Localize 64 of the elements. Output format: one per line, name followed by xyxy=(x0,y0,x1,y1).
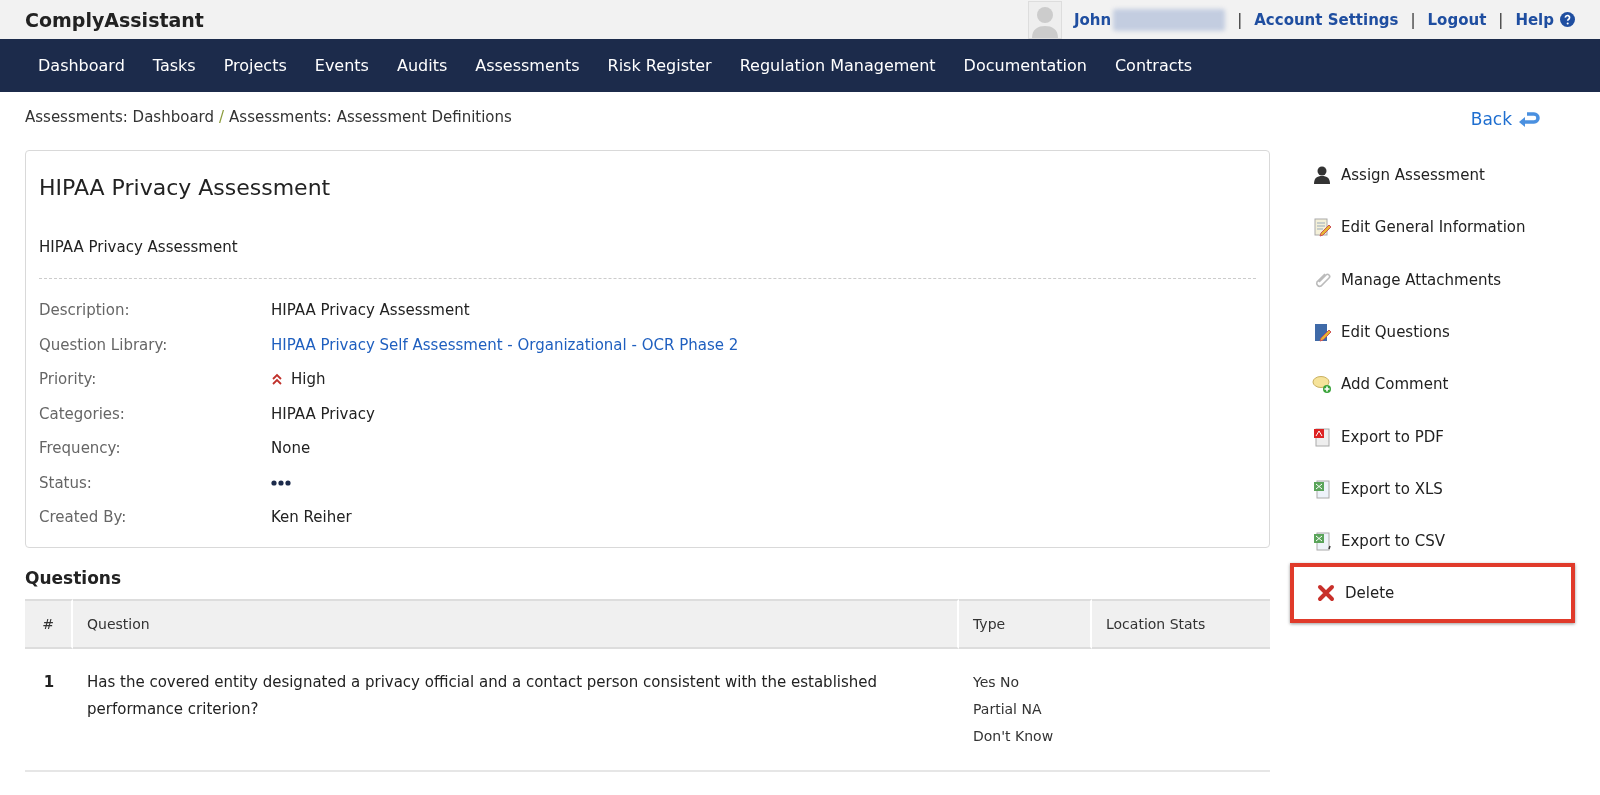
field-label: Question Library: xyxy=(39,335,169,354)
action-link[interactable]: Manage Attachments xyxy=(1290,253,1575,306)
x-mark-icon xyxy=(1316,583,1336,604)
field-value: HIPAA Privacy xyxy=(271,404,375,423)
assessment-title: HIPAA Privacy Assessment xyxy=(39,175,332,200)
action-link[interactable]: Export to PDF xyxy=(1290,410,1575,463)
header-link[interactable]: Logout xyxy=(1427,10,1487,29)
nav-item[interactable]: Regulation Management xyxy=(725,56,950,75)
field-label: Priority: xyxy=(39,370,98,389)
table-cell: Has the covered entity designated a privacy official and a contact person consistent with the established performance criterion? xyxy=(73,648,959,772)
nav-item[interactable]: Contracts xyxy=(1100,56,1207,75)
table-cell-text: Yes No Partial NA Don't Know xyxy=(973,672,1055,746)
menu-divider: | xyxy=(1237,10,1243,29)
field-label: Description: xyxy=(39,301,131,320)
nav-item[interactable]: Documentation xyxy=(949,56,1101,75)
breadcrumb-separator: / xyxy=(219,108,225,126)
notepad-pencil-icon xyxy=(1312,217,1332,238)
spreadsheet-file-icon xyxy=(1312,531,1332,552)
back-link[interactable]: Back xyxy=(1470,109,1540,129)
nav-item[interactable]: Tasks xyxy=(138,56,210,75)
help-icon[interactable] xyxy=(1560,12,1575,27)
menu-divider: | xyxy=(1410,10,1416,29)
help-link[interactable]: Help xyxy=(1515,10,1554,29)
library-link[interactable]: HIPAA Privacy Self Assessment - Organizational - OCR Phase 2 xyxy=(271,335,739,354)
breadcrumb-link[interactable]: Assessments: Assessment Definitions xyxy=(229,108,512,126)
return-arrow-icon xyxy=(1518,110,1540,128)
column-header: Location Stats xyxy=(1092,598,1270,649)
ellipsis-icon xyxy=(271,479,291,486)
field-value: HIPAA Privacy Assessment xyxy=(271,301,470,320)
field-label: Frequency: xyxy=(39,439,122,458)
action-link[interactable]: Assign Assessment xyxy=(1290,149,1575,202)
menu-divider: | xyxy=(1498,10,1504,29)
action-link[interactable]: Delete xyxy=(1290,563,1575,624)
field-label: Status: xyxy=(39,473,93,492)
action-link[interactable]: Edit General Information xyxy=(1290,201,1575,254)
nav-item[interactable]: Audits xyxy=(382,56,462,75)
double-chevron-up-icon xyxy=(271,373,283,386)
field-value: High xyxy=(291,370,326,389)
action-link[interactable]: Export to XLS xyxy=(1290,462,1575,516)
nav-item[interactable]: Assessments xyxy=(461,56,594,75)
section-heading: Questions xyxy=(25,567,123,588)
nav-item[interactable]: Events xyxy=(300,56,383,75)
assessment-subtitle: HIPAA Privacy Assessment xyxy=(39,238,1256,279)
action-link[interactable]: Edit Questions xyxy=(1290,305,1575,359)
column-header: Question xyxy=(73,598,959,649)
column-header: # xyxy=(25,598,73,649)
field-value: None xyxy=(271,439,311,458)
field-value: Ken Reiher xyxy=(271,508,352,527)
speech-bubble-plus-icon xyxy=(1312,374,1332,395)
spreadsheet-file-icon xyxy=(1312,478,1332,499)
field-label: Created By: xyxy=(39,508,128,527)
nav-item[interactable]: Dashboard xyxy=(24,56,139,75)
header-link[interactable]: Account Settings xyxy=(1254,10,1399,29)
nav-item[interactable]: Projects xyxy=(209,56,301,75)
column-header: Type xyxy=(959,598,1092,649)
nav-item[interactable]: Risk Register xyxy=(593,56,726,75)
person-icon xyxy=(1312,165,1332,186)
field-label: Categories: xyxy=(39,404,126,423)
table-cell: 1 xyxy=(25,648,73,772)
pdf-file-icon xyxy=(1312,426,1332,447)
breadcrumb-link[interactable]: Assessments: Dashboard xyxy=(25,108,214,126)
book-pencil-icon xyxy=(1312,322,1332,343)
app-title: ComplyAssistant xyxy=(25,8,204,31)
action-link[interactable]: Add Comment xyxy=(1290,358,1575,411)
